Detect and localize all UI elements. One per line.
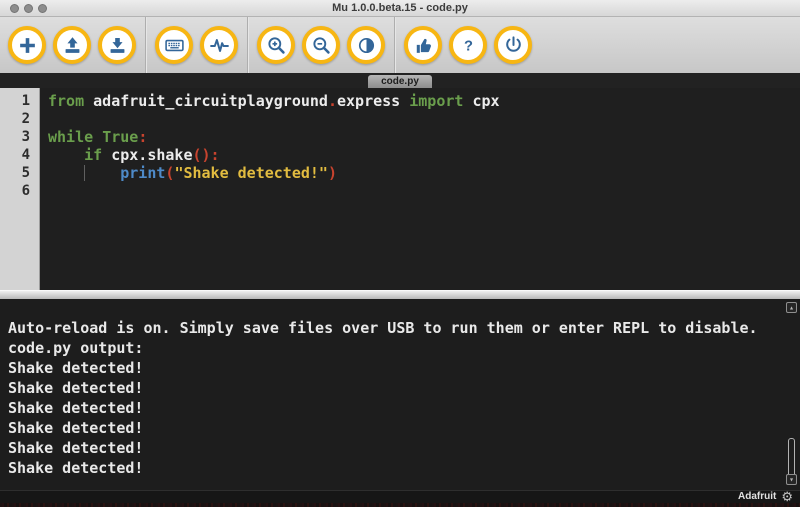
tab-code-py[interactable]: code.py: [368, 75, 432, 88]
console-line: code.py output:: [8, 338, 780, 358]
zoom-in-button[interactable]: [257, 26, 295, 64]
code-line: from adafruit_circuitplayground.express …: [48, 92, 800, 110]
scroll-down-button[interactable]: ▾: [786, 474, 797, 485]
window-title: Mu 1.0.0.beta.15 - code.py: [0, 0, 800, 16]
code-line: print("Shake detected!"): [48, 164, 800, 182]
console-line: Shake detected!: [8, 418, 780, 438]
toolbar: ?: [0, 17, 800, 73]
console-line: Shake detected!: [8, 378, 780, 398]
line-number-gutter: 123456: [0, 88, 40, 290]
code-line: if cpx.shake():: [48, 146, 800, 164]
toolbar-separator: [247, 17, 248, 73]
serial-console[interactable]: Auto-reload is on. Simply save files ove…: [0, 299, 800, 490]
line-number: 2: [0, 110, 39, 128]
theme-button[interactable]: [347, 26, 385, 64]
pane-splitter[interactable]: [0, 290, 800, 299]
zoom-out-button[interactable]: [302, 26, 340, 64]
check-button[interactable]: [404, 26, 442, 64]
zoom-button[interactable]: [38, 4, 47, 13]
magnifier-minus-icon: [311, 35, 332, 56]
console-line: Shake detected!: [8, 398, 780, 418]
toolbar-group-view: [257, 26, 385, 64]
app-window: Mu 1.0.0.beta.15 - code.py: [0, 0, 800, 507]
toolbar-group-misc: ?: [404, 26, 532, 64]
code-line: [48, 110, 800, 128]
console-line: Shake detected!: [8, 438, 780, 458]
download-icon: [107, 35, 128, 56]
pulse-icon: [209, 35, 230, 56]
load-button[interactable]: [53, 26, 91, 64]
quit-button[interactable]: [494, 26, 532, 64]
console-line: Shake detected!: [8, 458, 780, 478]
toolbar-separator: [145, 17, 146, 73]
serial-output: Auto-reload is on. Simply save files ove…: [0, 299, 800, 478]
code-area[interactable]: from adafruit_circuitplayground.express …: [40, 88, 800, 290]
power-icon: [503, 35, 524, 56]
upload-icon: [62, 35, 83, 56]
contrast-icon: [356, 35, 377, 56]
watermark-strip: [0, 503, 800, 507]
code-editor: 123456 from adafruit_circuitplayground.e…: [0, 88, 800, 290]
scrollbar-thumb[interactable]: [788, 438, 795, 478]
line-number: 6: [0, 182, 39, 200]
question-icon: ?: [458, 35, 479, 56]
mode-label: Adafruit: [738, 491, 776, 503]
status-bar: Adafruit ⚙: [0, 490, 800, 503]
line-number: 5: [0, 164, 39, 182]
close-button[interactable]: [10, 4, 19, 13]
traffic-lights: [10, 4, 47, 13]
indent-guide-line: [84, 165, 85, 181]
toolbar-separator: [394, 17, 395, 73]
svg-text:?: ?: [464, 38, 473, 54]
code-line: while True:: [48, 128, 800, 146]
plus-icon: [17, 35, 38, 56]
plotter-button[interactable]: [200, 26, 238, 64]
magnifier-plus-icon: [266, 35, 287, 56]
console-line: Shake detected!: [8, 358, 780, 378]
title-bar: Mu 1.0.0.beta.15 - code.py: [0, 0, 800, 17]
keyboard-icon: [164, 35, 185, 56]
line-number: 4: [0, 146, 39, 164]
gear-icon[interactable]: ⚙: [781, 491, 793, 503]
thumbs-up-icon: [413, 35, 434, 56]
code-line: [48, 182, 800, 200]
toolbar-group-files: [8, 26, 136, 64]
new-button[interactable]: [8, 26, 46, 64]
line-number: 1: [0, 92, 39, 110]
line-number: 3: [0, 128, 39, 146]
toolbar-group-board: [155, 26, 238, 64]
repl-button[interactable]: [155, 26, 193, 64]
scroll-up-button[interactable]: ▴: [786, 302, 797, 313]
tab-bar: code.py: [0, 73, 800, 88]
console-line: Auto-reload is on. Simply save files ove…: [8, 318, 780, 338]
help-button[interactable]: ?: [449, 26, 487, 64]
save-button[interactable]: [98, 26, 136, 64]
minimize-button[interactable]: [24, 4, 33, 13]
